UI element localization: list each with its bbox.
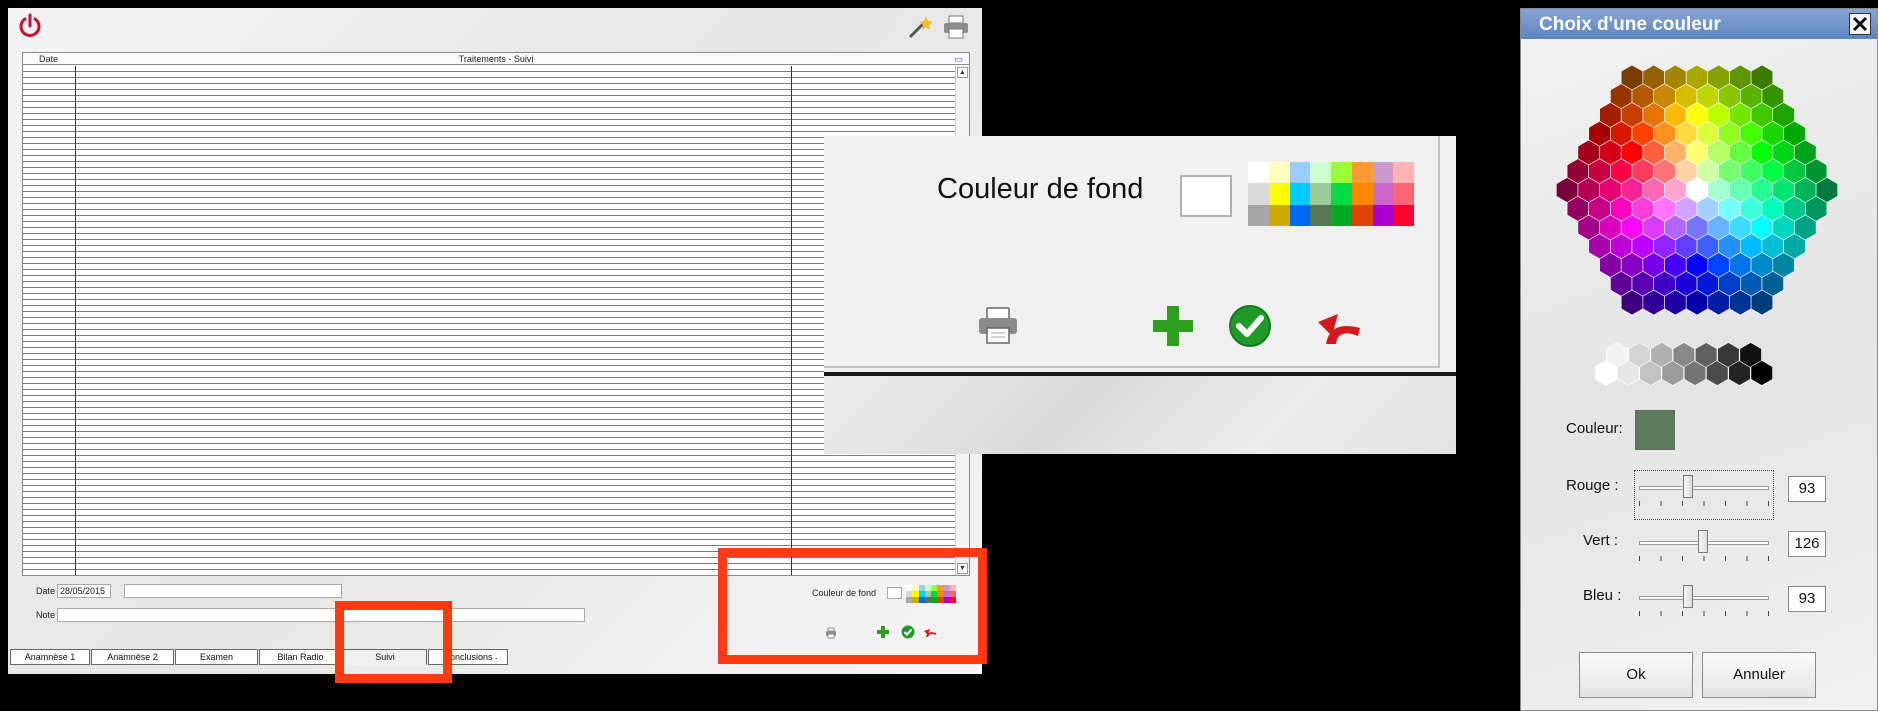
blue-slider-track: [1639, 596, 1769, 600]
background-color-label-zoomed: Couleur de fond: [937, 173, 1144, 205]
palette-color-cell[interactable]: [1310, 204, 1331, 226]
palette-color-cell[interactable]: [1310, 162, 1331, 184]
grid-header: Date Traitements - Suivi ▭: [23, 53, 969, 65]
blue-label: Bleu :: [1583, 587, 1622, 604]
tab-extra[interactable]: .: [495, 649, 498, 665]
scroll-up-icon[interactable]: ▲: [957, 67, 968, 78]
palette-color-cell[interactable]: [1331, 204, 1352, 226]
color-label: Couleur:: [1566, 420, 1623, 437]
validate-icon[interactable]: [1228, 304, 1272, 348]
column-divider: [791, 66, 792, 575]
note-field[interactable]: [57, 608, 585, 622]
ok-button[interactable]: Ok: [1579, 652, 1693, 698]
note-label: Note: [36, 610, 56, 620]
red-slider-thumb[interactable]: [1682, 475, 1693, 498]
palette-color-cell[interactable]: [1289, 162, 1311, 184]
zoom-frame: Couleur de fond: [824, 136, 1440, 368]
palette-color-cell[interactable]: [1289, 204, 1311, 226]
palette-color-cell[interactable]: [1351, 162, 1373, 184]
magic-wand-icon[interactable]: [906, 14, 934, 40]
palette-color-cell[interactable]: [1268, 183, 1290, 205]
palette-color-cell[interactable]: [1268, 204, 1290, 226]
tab-bilan-radio[interactable]: Bilan Radio: [259, 649, 342, 665]
red-slider-track: [1639, 486, 1769, 490]
palette-color-cell[interactable]: [1289, 183, 1311, 205]
palette-color-cell[interactable]: [1351, 183, 1373, 205]
color-chooser-dialog: Choix d'une couleur Couleur: Rouge : 93 …: [1520, 8, 1878, 711]
add-icon[interactable]: [1151, 304, 1195, 348]
red-value-field[interactable]: 93: [1788, 476, 1826, 502]
date-field[interactable]: 28/05/2015: [57, 584, 111, 598]
palette-color-cell[interactable]: [1393, 204, 1414, 226]
tab-examen[interactable]: Examen: [175, 649, 258, 665]
color-palette-zoomed[interactable]: [1248, 162, 1414, 226]
background-color-swatch-zoomed[interactable]: [1180, 175, 1232, 217]
highlight-box-suivi-tab: [335, 601, 452, 683]
grid-title: Traitements - Suivi: [458, 54, 534, 64]
blue-slider[interactable]: [1639, 585, 1769, 616]
zoom-background: [824, 376, 1456, 454]
palette-color-cell[interactable]: [1248, 204, 1269, 226]
palette-color-cell[interactable]: [1393, 183, 1414, 205]
green-value-field[interactable]: 126: [1788, 531, 1826, 557]
printer-icon[interactable]: [976, 306, 1020, 346]
green-slider[interactable]: [1639, 530, 1769, 561]
palette-color-cell[interactable]: [1331, 162, 1352, 184]
blue-slider-thumb[interactable]: [1682, 585, 1693, 608]
tab-anamnese-1[interactable]: Anamnèse 1: [10, 649, 90, 665]
palette-color-cell[interactable]: [1393, 162, 1414, 184]
palette-color-cell[interactable]: [1372, 183, 1394, 205]
tab-anamnese-2[interactable]: Anamnèse 2: [91, 649, 174, 665]
grid-rows[interactable]: [23, 66, 955, 575]
palette-color-cell[interactable]: [1351, 204, 1373, 226]
palette-color-cell[interactable]: [1372, 162, 1394, 184]
cancel-button[interactable]: Annuler: [1702, 652, 1816, 698]
palette-color-cell[interactable]: [1310, 183, 1331, 205]
date-extra-field[interactable]: [124, 584, 342, 598]
zoom-panel: Couleur de fond: [824, 136, 1456, 454]
undo-icon[interactable]: [1318, 310, 1366, 346]
palette-color-cell[interactable]: [1372, 204, 1394, 226]
chosen-color-swatch: [1635, 410, 1675, 450]
green-label: Vert :: [1583, 532, 1619, 549]
palette-color-cell[interactable]: [1248, 162, 1269, 184]
green-slider-ticks: [1639, 556, 1769, 561]
highlight-box-background-color: [718, 548, 987, 664]
blue-slider-ticks: [1639, 611, 1769, 616]
blue-value-field[interactable]: 93: [1788, 586, 1826, 612]
red-slider-ticks: [1639, 501, 1769, 506]
palette-color-cell[interactable]: [1248, 183, 1269, 205]
printer-icon[interactable]: [942, 14, 970, 40]
document-icon[interactable]: ▭: [954, 53, 963, 65]
hexagon-color-picker[interactable]: [1521, 9, 1878, 409]
column-divider: [75, 66, 76, 575]
palette-color-cell[interactable]: [1268, 162, 1290, 184]
power-icon[interactable]: [16, 12, 44, 40]
green-slider-thumb[interactable]: [1698, 530, 1709, 553]
red-label: Rouge :: [1566, 477, 1619, 494]
palette-color-cell[interactable]: [1331, 183, 1352, 205]
red-slider[interactable]: [1639, 475, 1769, 506]
date-label: Date: [36, 586, 56, 596]
